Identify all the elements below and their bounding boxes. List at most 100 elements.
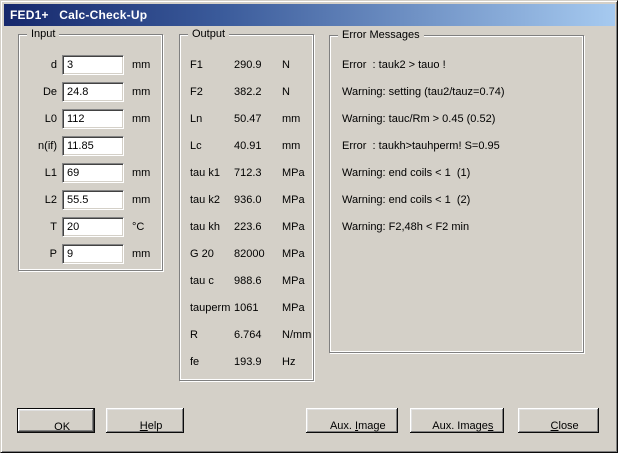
input-row-l0: L0 mm (19, 105, 162, 132)
output-label: tauperm (190, 302, 234, 314)
input-row-nif: n(if) (19, 132, 162, 159)
button-label: Aux. Image (432, 420, 488, 432)
input-unit-de: mm (132, 86, 150, 98)
error-message-list: Error : tauk2 > tauo ! Warning: setting … (330, 36, 583, 241)
output-row-tauc: tau c 988.6 MPa (180, 267, 313, 294)
input-label-de: De (19, 86, 57, 98)
input-label-l1: L1 (19, 167, 57, 179)
input-field-l0[interactable] (62, 109, 124, 129)
output-label: Ln (190, 113, 234, 125)
output-value: 936.0 (234, 194, 282, 206)
output-unit: N/mm (282, 329, 311, 341)
aux-images-button[interactable]: Aux. Images (410, 408, 504, 433)
window-title: FED1+ Calc-Check-Up (4, 8, 147, 22)
output-value: 712.3 (234, 167, 282, 179)
output-value: 988.6 (234, 275, 282, 287)
output-value: 290.9 (234, 59, 282, 71)
output-label: tau kh (190, 221, 234, 233)
output-unit: Hz (282, 356, 295, 368)
close-button[interactable]: Close (518, 408, 599, 433)
output-label: tau c (190, 275, 234, 287)
input-unit-d: mm (132, 59, 150, 71)
input-group: Input d mm De mm L0 mm n(if) (18, 34, 163, 271)
ok-button[interactable]: OK (17, 408, 95, 433)
output-label: tau k2 (190, 194, 234, 206)
output-value: 382.2 (234, 86, 282, 98)
input-unit-l1: mm (132, 167, 150, 179)
input-row-d: d mm (19, 51, 162, 78)
output-value: 193.9 (234, 356, 282, 368)
input-field-l1[interactable] (62, 163, 124, 183)
button-label: Aux. (330, 420, 355, 432)
output-unit: MPa (282, 275, 305, 287)
output-unit: N (282, 59, 290, 71)
error-messages-group: Error Messages Error : tauk2 > tauo ! Wa… (329, 35, 584, 353)
output-row-f2: F2 382.2 N (180, 78, 313, 105)
button-mnemonic: H (140, 420, 148, 432)
output-row-tauperm: tauperm 1061 MPa (180, 294, 313, 321)
title-bar[interactable]: FED1+ Calc-Check-Up (4, 4, 615, 26)
input-label-l0: L0 (19, 113, 57, 125)
error-message: Error : taukh>tauhperm! S=0.95 (330, 133, 583, 160)
output-row-f1: F1 290.9 N (180, 51, 313, 78)
output-row-tauk1: tau k1 712.3 MPa (180, 159, 313, 186)
input-field-l2[interactable] (62, 190, 124, 210)
output-value: 50.47 (234, 113, 282, 125)
error-message: Warning: setting (tau2/tauz=0.74) (330, 79, 583, 106)
output-row-g20: G 20 82000 MPa (180, 240, 313, 267)
input-label-d: d (19, 59, 57, 71)
input-row-l1: L1 mm (19, 159, 162, 186)
input-unit-t: °C (132, 221, 144, 233)
input-field-d[interactable] (62, 55, 124, 75)
output-row-lc: Lc 40.91 mm (180, 132, 313, 159)
output-row-r: R 6.764 N/mm (180, 321, 313, 348)
input-label-l2: L2 (19, 194, 57, 206)
output-label: F2 (190, 86, 234, 98)
error-message: Warning: end coils < 1 (2) (330, 187, 583, 214)
output-label: tau k1 (190, 167, 234, 179)
input-row-de: De mm (19, 78, 162, 105)
input-unit-l0: mm (132, 113, 150, 125)
button-label: mage (358, 420, 386, 432)
error-message: Warning: F2,48h < F2 min (330, 214, 583, 241)
button-label: elp (148, 420, 163, 432)
output-row-fe: fe 193.9 Hz (180, 348, 313, 375)
input-row-t: T °C (19, 213, 162, 240)
output-unit: MPa (282, 302, 305, 314)
button-label: lose (559, 420, 579, 432)
output-rows: F1 290.9 N F2 382.2 N Ln 50.47 mm Lc 40.… (180, 35, 313, 375)
output-label: F1 (190, 59, 234, 71)
error-message: Warning: end coils < 1 (1) (330, 160, 583, 187)
output-label: fe (190, 356, 234, 368)
dialog-window: FED1+ Calc-Check-Up Input d mm De mm L0 … (0, 0, 618, 453)
input-field-p[interactable] (62, 244, 124, 264)
output-value: 1061 (234, 302, 282, 314)
input-rows: d mm De mm L0 mm n(if) L1 (19, 35, 162, 267)
output-value: 82000 (234, 248, 282, 260)
input-label-t: T (19, 221, 57, 233)
aux-image-button[interactable]: Aux. Image (306, 408, 398, 433)
input-field-de[interactable] (62, 82, 124, 102)
output-value: 223.6 (234, 221, 282, 233)
output-unit: MPa (282, 194, 305, 206)
input-row-l2: L2 mm (19, 186, 162, 213)
input-unit-l2: mm (132, 194, 150, 206)
output-label: R (190, 329, 234, 341)
output-unit: mm (282, 140, 300, 152)
button-mnemonic: s (488, 420, 494, 432)
input-field-t[interactable] (62, 217, 124, 237)
output-unit: MPa (282, 167, 305, 179)
output-unit: MPa (282, 221, 305, 233)
input-unit-p: mm (132, 248, 150, 260)
input-field-nif[interactable] (62, 136, 124, 156)
help-button[interactable]: Help (106, 408, 184, 433)
output-row-ln: Ln 50.47 mm (180, 105, 313, 132)
output-label: G 20 (190, 248, 234, 260)
output-unit: mm (282, 113, 300, 125)
output-row-tauk2: tau k2 936.0 MPa (180, 186, 313, 213)
output-unit: N (282, 86, 290, 98)
output-unit: MPa (282, 248, 305, 260)
button-label: OK (54, 421, 70, 433)
output-value: 40.91 (234, 140, 282, 152)
error-message: Warning: tauc/Rm > 0.45 (0.52) (330, 106, 583, 133)
